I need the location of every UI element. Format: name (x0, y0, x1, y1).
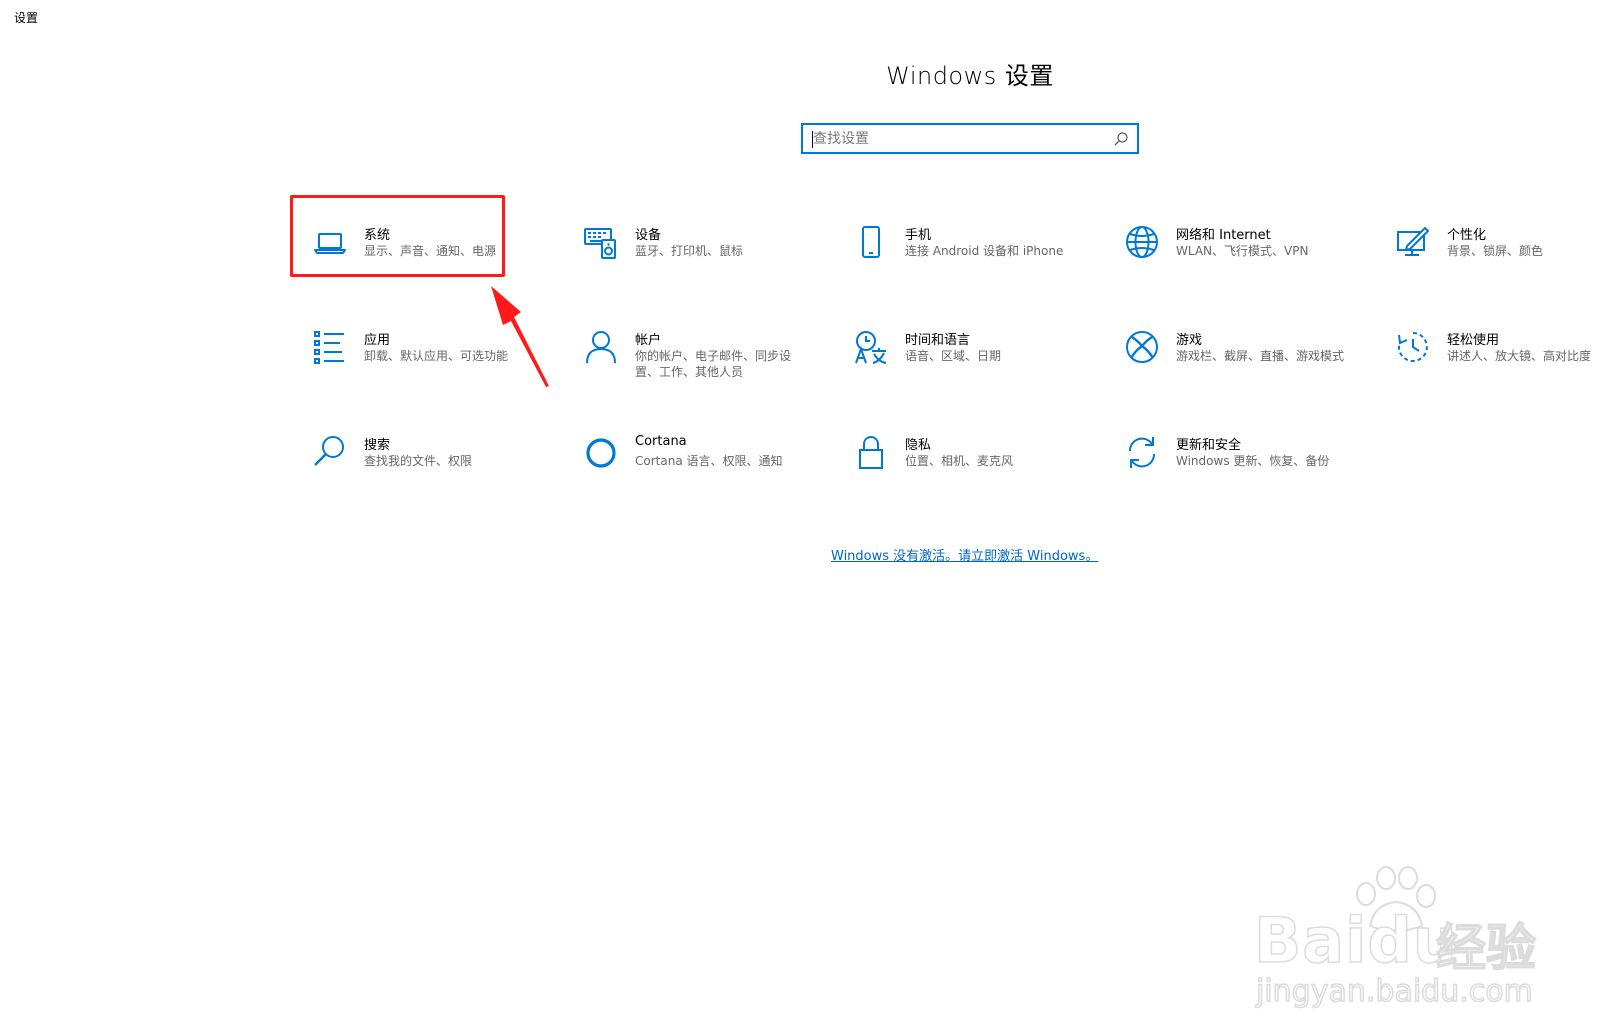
globe-icon (1124, 224, 1160, 260)
search-icon[interactable] (1113, 131, 1129, 147)
tile-phone[interactable]: 手机 连接 Android 设备和 iPhone (833, 214, 1073, 286)
tile-description: 你的帐户、电子邮件、同步设置、工作、其他人员 (635, 349, 792, 379)
phone-icon (853, 224, 889, 260)
tile-name: 隐私 (905, 438, 932, 453)
keyboard-speaker-icon (583, 224, 619, 260)
cortana-icon (583, 434, 619, 470)
tile-name: 搜索 (364, 438, 391, 453)
tile-description: Cortana 语言、权限、通知 (635, 454, 783, 468)
tile-name: 游戏 (1176, 333, 1203, 348)
tile-privacy[interactable]: 隐私 位置、相机、麦克风 (833, 424, 1073, 496)
tile-description: 语音、区域、日期 (905, 349, 1002, 363)
search-box[interactable] (801, 123, 1139, 154)
annotation-highlight-box (290, 195, 505, 277)
time-language-icon (853, 329, 889, 365)
app-list-icon (312, 329, 348, 365)
tile-description: 卸载、默认应用、可选功能 (364, 349, 509, 363)
sync-icon (1124, 434, 1160, 470)
person-icon (583, 329, 619, 365)
tile-name: Cortana (635, 434, 687, 449)
tile-name: 设备 (635, 228, 662, 243)
watermark-brand: Baidu (1253, 903, 1458, 978)
tile-name: 更新和安全 (1176, 438, 1242, 453)
tile-description: WLAN、飞行模式、VPN (1176, 244, 1309, 258)
tile-update-security[interactable]: 更新和安全 Windows 更新、恢复、备份 (1104, 424, 1344, 496)
tile-description: 查找我的文件、权限 (364, 454, 473, 468)
tile-name: 应用 (364, 333, 391, 348)
tile-gaming[interactable]: 游戏 游戏栏、截屏、直播、游戏模式 (1104, 319, 1344, 391)
search-input[interactable] (813, 129, 1103, 149)
tile-description: 背景、锁屏、颜色 (1447, 244, 1544, 258)
page-title: Windows 设置 (886, 62, 1054, 90)
tile-apps[interactable]: 应用 卸载、默认应用、可选功能 (292, 319, 532, 391)
tile-name: 时间和语言 (905, 333, 971, 348)
lock-icon (853, 434, 889, 470)
baidu-jingyan-watermark: Baidu 经验 jingyan.baidu.com (1246, 864, 1546, 1024)
paint-monitor-icon (1395, 224, 1431, 260)
window-title: 设置 (14, 11, 39, 25)
tile-devices[interactable]: 设备 蓝牙、打印机、鼠标 (563, 214, 803, 286)
tile-time-language[interactable]: 时间和语言 语音、区域、日期 (833, 319, 1073, 391)
tile-cortana[interactable]: Cortana Cortana 语言、权限、通知 (563, 424, 803, 496)
tile-name: 网络和 Internet (1176, 228, 1271, 243)
magnifier-icon (312, 434, 348, 470)
tile-name: 轻松使用 (1447, 333, 1500, 348)
tile-description: 游戏栏、截屏、直播、游戏模式 (1176, 349, 1345, 363)
tile-search[interactable]: 搜索 查找我的文件、权限 (292, 424, 532, 496)
xbox-icon (1124, 329, 1160, 365)
watermark-domain: jingyan.baidu.com (1255, 973, 1533, 1010)
watermark-cn: 经验 (1435, 918, 1537, 978)
tile-name: 帐户 (635, 333, 662, 348)
tile-name: 手机 (905, 228, 932, 243)
tile-accounts[interactable]: 帐户 你的帐户、电子邮件、同步设置、工作、其他人员 (563, 319, 803, 391)
tile-network[interactable]: 网络和 Internet WLAN、飞行模式、VPN (1104, 214, 1344, 286)
tile-personalization[interactable]: 个性化 背景、锁屏、颜色 (1375, 214, 1614, 286)
tile-description: 讲述人、放大镜、高对比度 (1447, 349, 1592, 363)
activate-windows-link[interactable]: Windows 没有激活。请立即激活 Windows。 (831, 545, 1098, 564)
tile-description: Windows 更新、恢复、备份 (1176, 454, 1330, 468)
tile-name: 个性化 (1447, 228, 1487, 243)
ease-of-access-icon (1395, 329, 1431, 365)
tile-description: 连接 Android 设备和 iPhone (905, 244, 1064, 258)
tile-description: 蓝牙、打印机、鼠标 (635, 244, 744, 258)
tile-ease-of-access[interactable]: 轻松使用 讲述人、放大镜、高对比度 (1375, 319, 1614, 391)
tile-description: 位置、相机、麦克风 (905, 454, 1014, 468)
